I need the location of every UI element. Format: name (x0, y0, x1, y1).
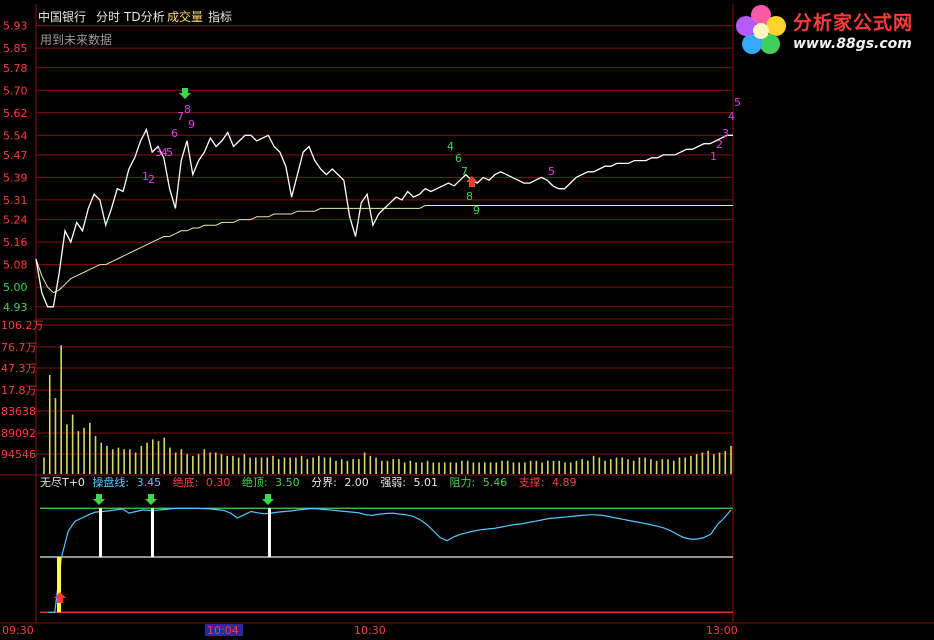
volume-tick-label: 106.2万 (1, 319, 44, 332)
price-tick-label: 5.16 (3, 236, 28, 249)
time-tick-label: 10:04 (207, 624, 239, 636)
chart-screen: 12345678946789512345 5.93 5.85 5.78 5.70 5.6… (0, 0, 934, 637)
price-tick-label: 5.93 (3, 20, 28, 33)
td-count-label: 4 (728, 110, 735, 123)
price-tick-label: 5.70 (3, 84, 28, 97)
field-value: 0.30 (205, 476, 231, 489)
logo-url: www.88gs.com (793, 36, 912, 52)
td-count-label: 9 (188, 118, 195, 131)
future-data-note: 用到未来数据 (40, 33, 113, 47)
td-count-label: 8 (184, 103, 191, 116)
volume-tick-label: 17.8万 (1, 384, 37, 397)
indicator-field-absolute-top: 绝顶: 3.50 (242, 476, 304, 489)
sell-arrow-icon (145, 494, 157, 505)
field-value: 4.89 (551, 476, 577, 489)
sell-signal-bar (151, 508, 154, 557)
time-tick-label: 10:30 (354, 624, 386, 636)
sell-arrow-icon (262, 494, 274, 505)
buy-signal-bar (57, 557, 61, 613)
signal-markers (54, 88, 478, 603)
price-tick-label: 5.78 (3, 62, 28, 75)
trade-line-series (48, 507, 732, 613)
logo-name: 分析家公式网 (793, 12, 914, 34)
price-tick-label: 5.47 (3, 149, 28, 162)
td-count-label: 4 (447, 140, 454, 153)
td-count-label: 5 (734, 96, 741, 109)
stock-name[interactable]: 中国银行 (38, 9, 86, 25)
price-tick-label: 5.00 (3, 281, 28, 294)
td-count-label: 3 (722, 127, 729, 140)
td-count-label: 7 (461, 165, 468, 178)
average-price-series (35, 205, 733, 294)
td-count-label: 6 (455, 152, 462, 165)
price-tick-label: 5.85 (3, 42, 28, 55)
intraday-chart[interactable]: 1 23 45678946789512345 5.935.855.785.705.6… (0, 0, 934, 637)
price-tick-label: 5.24 (3, 214, 28, 227)
indicator-field-support: 支撑: 4.89 (519, 476, 581, 489)
volume-bars (43, 345, 732, 474)
price-tick-label: 5.54 (3, 129, 28, 142)
sell-signal-bar (268, 508, 271, 557)
td-count-label: 2 (148, 173, 155, 186)
indicator-field-trade-line: 操盘线: 3.45 (92, 476, 165, 489)
td-count-label: 5 (166, 146, 173, 159)
sell-arrow-icon (93, 494, 105, 505)
indicator-field-boundary: 分界: 2.00 (311, 476, 373, 489)
axis-labels: 5.93 5.85 5.78 5.70 5.62 5.54 5.47 5.39 5.31 5.24… (1, 20, 738, 637)
volume-tick-label: 89092 (1, 427, 36, 440)
flower-logo-icon (736, 5, 786, 54)
price-tick-label: 5.31 (3, 194, 28, 207)
field-label: 绝底: (172, 476, 199, 489)
field-label: 阻力: (449, 476, 476, 489)
field-label: 支撑: (518, 476, 545, 489)
menu-item-indicator[interactable]: 指标 (208, 9, 232, 25)
field-value: 5.01 (413, 476, 439, 489)
td-count-label: 5 (548, 165, 555, 178)
price-line (35, 127, 733, 308)
menu-item-timeshare[interactable]: 分时 (96, 9, 120, 25)
field-value: 3.45 (136, 476, 162, 489)
volume-tick-label: 47.3万 (1, 362, 37, 375)
indicator-name: 无尽T+0 (40, 476, 85, 489)
indicator-panel (40, 507, 733, 613)
td-count-label: 6 (171, 127, 178, 140)
price-tick-label: 5.39 (3, 171, 28, 184)
td-count-label: 7 (177, 110, 184, 123)
grid (0, 4, 934, 624)
price-tick-label: 5.62 (3, 107, 28, 120)
volume-tick-label: 94546 (1, 448, 36, 461)
field-value: 5.46 (482, 476, 508, 489)
td-count-label: 1 (710, 150, 717, 163)
sell-arrow-icon (179, 88, 191, 99)
time-tick-label: 09:30 (2, 624, 34, 636)
field-label: 绝顶: (241, 476, 268, 489)
volume-tick-label: 76.7万 (1, 341, 37, 354)
field-value: 3.50 (275, 476, 300, 489)
field-label: 分界: (311, 476, 337, 489)
indicator-header: 无尽T+0 操盘线: 3.45 绝底: 0.30 绝顶: 3.50 分界: 2.… (40, 475, 584, 491)
field-value: 2.00 (344, 476, 369, 489)
site-logo: 分析家公式网 www.88gs.com (733, 2, 933, 60)
average-price-line (35, 205, 733, 294)
indicator-field-absolute-bottom: 绝底: 0.30 (173, 476, 235, 489)
indicator-field-strength: 强弱: 5.01 (380, 476, 442, 489)
price-series (35, 127, 733, 308)
field-label: 操盘线: (92, 476, 130, 489)
price-tick-label: 4.93 (3, 301, 28, 314)
indicator-field-resistance: 阻力: 5.46 (450, 476, 512, 489)
sell-signal-bar (99, 508, 102, 557)
menu-item-td-analysis[interactable]: TD分析 (124, 9, 165, 25)
td-count-label: 9 (473, 204, 480, 217)
time-tick-label: 13:00 (706, 624, 738, 636)
td-count-labels: 1 23 45678946789512345 (142, 96, 741, 217)
volume-tick-label: 83638 (1, 405, 36, 418)
price-tick-label: 5.08 (3, 259, 28, 272)
field-label: 强弱: (380, 476, 407, 489)
td-count-label: 8 (466, 190, 473, 203)
menu-item-volume[interactable]: 成交量 (167, 9, 203, 25)
